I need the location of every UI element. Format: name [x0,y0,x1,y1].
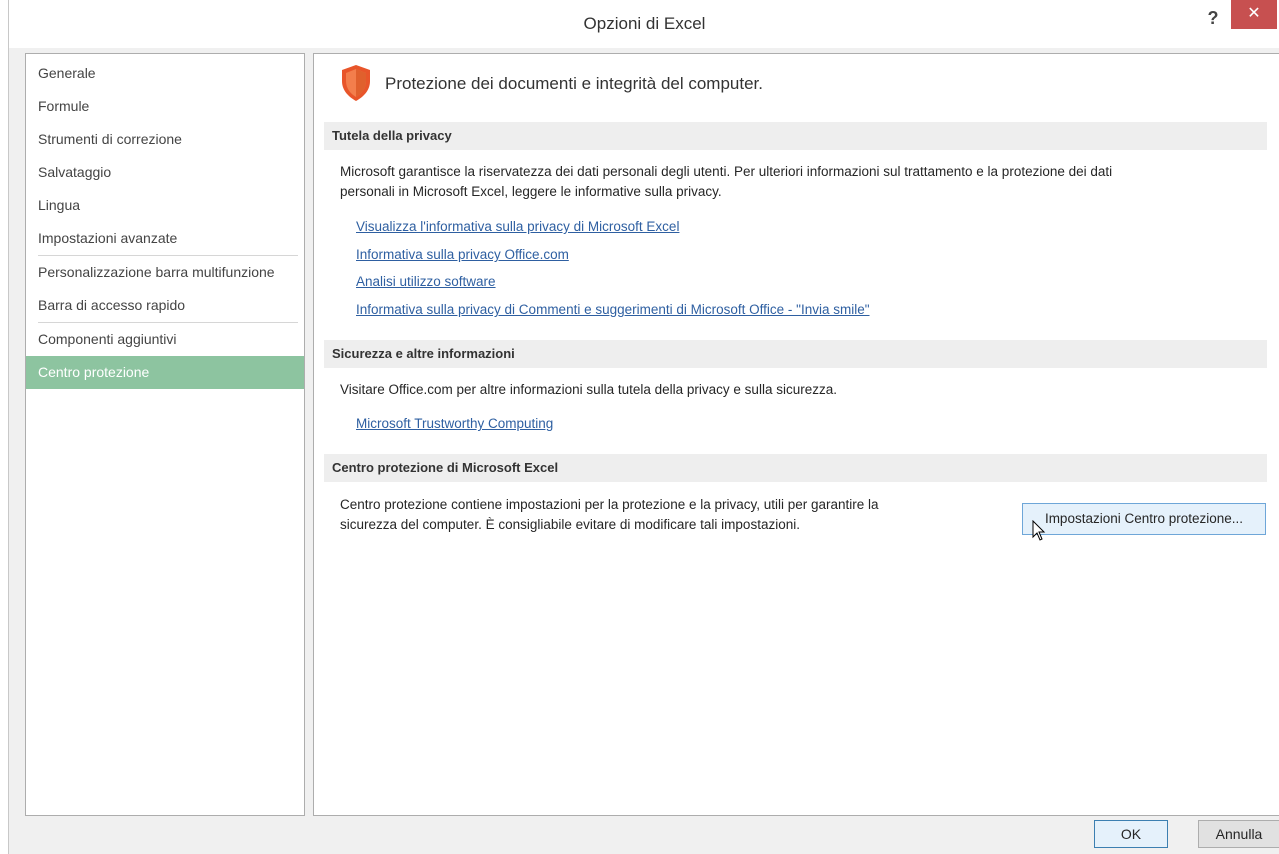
sidebar-item-barra-accesso-rapido[interactable]: Barra di accesso rapido [26,289,304,322]
link-software-usage[interactable]: Analisi utilizzo software [356,274,496,289]
privacy-text-line1: Microsoft garantisce la riservatezza dei… [340,164,1113,179]
link-privacy-feedback[interactable]: Informativa sulla privacy di Commenti e … [356,302,870,317]
trust-center-text-line1: Centro protezione contiene impostazioni … [340,497,879,512]
dialog-title: Opzioni di Excel [583,14,706,33]
close-icon[interactable]: ✕ [1247,5,1260,22]
help-button[interactable]: ? [1203,8,1223,30]
sidebar-item-impostazioni-avanzate[interactable]: Impostazioni avanzate [26,222,304,255]
privacy-text-line2: personali in Microsoft Excel, leggere le… [340,184,722,199]
trust-center-settings-button[interactable]: Impostazioni Centro protezione... [1022,503,1266,535]
section-header-privacy: Tutela della privacy [324,122,1267,150]
sidebar-item-componenti-aggiuntivi[interactable]: Componenti aggiuntivi [26,323,304,356]
sidebar-item-centro-protezione[interactable]: Centro protezione [26,356,304,389]
sidebar-item-lingua[interactable]: Lingua [26,189,304,222]
sidebar-item-salvataggio[interactable]: Salvataggio [26,156,304,189]
cancel-button[interactable]: Annulla [1198,820,1279,848]
sidebar-item-strumenti-correzione[interactable]: Strumenti di correzione [26,123,304,156]
sidebar-item-personalizzazione-barra[interactable]: Personalizzazione barra multifunzione [26,256,304,289]
link-privacy-office-com[interactable]: Informativa sulla privacy Office.com [356,247,569,262]
link-trustworthy-computing[interactable]: Microsoft Trustworthy Computing [356,416,553,431]
sidebar-item-formule[interactable]: Formule [26,90,304,123]
options-sidebar: Generale Formule Strumenti di correzione… [25,53,305,816]
section-header-security: Sicurezza e altre informazioni [324,340,1267,368]
section-header-trust-center: Centro protezione di Microsoft Excel [324,454,1267,482]
title-bar: Opzioni di Excel ? ✕ [9,0,1279,48]
shield-icon [342,65,370,101]
options-dialog: Opzioni di Excel ? ✕ Generale Formule St… [8,0,1279,854]
link-privacy-excel[interactable]: Visualizza l'informativa sulla privacy d… [356,219,679,234]
close-button[interactable]: ✕ [1231,0,1277,29]
options-content: Protezione dei documenti e integrità del… [313,53,1279,816]
trust-center-text-line2: sicurezza del computer. È consigliabile … [340,517,800,532]
page-title: Protezione dei documenti e integrità del… [385,74,764,93]
security-text: Visitare Office.com per altre informazio… [340,382,837,397]
sidebar-item-generale[interactable]: Generale [26,57,304,90]
mouse-cursor-icon [1032,520,1046,541]
ok-button[interactable]: OK [1094,820,1168,848]
